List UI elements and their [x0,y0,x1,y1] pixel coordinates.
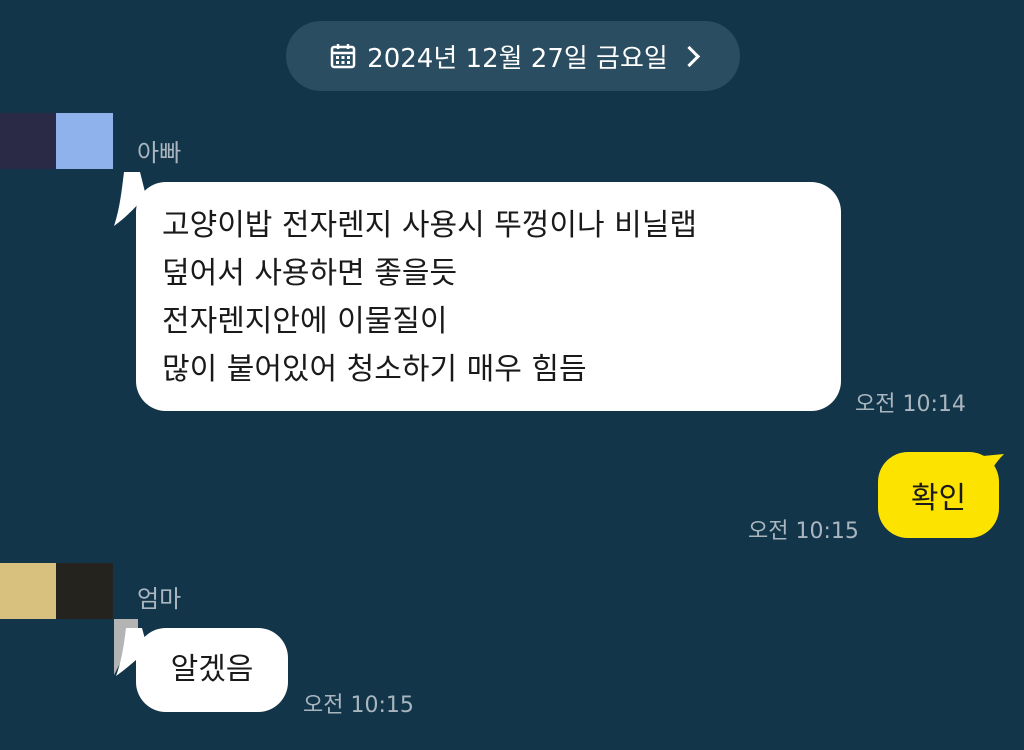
avatar[interactable] [0,563,113,619]
avatar[interactable] [0,113,113,169]
message-line: 많이 붙어있어 청소하기 매우 힘듬 [162,352,587,387]
calendar-icon [329,42,357,70]
chevron-right-icon [678,45,700,67]
date-label: 2024년 12월 27일 금요일 [367,43,668,74]
sender-name: 아빠 [137,139,182,167]
date-separator[interactable]: 2024년 12월 27일 금요일 [286,21,740,91]
my-message-bubble[interactable]: 확인 [878,452,999,538]
message-text: 알겠음 [170,652,254,687]
sender-name: 엄마 [137,585,182,613]
message-line: 전자렌지안에 이물질이 [162,304,448,339]
message-line: 덮어서 사용하면 좋을듯 [162,256,458,291]
message-text: 확인 [910,481,967,516]
message-bubble[interactable]: 고양이밥 전자렌지 사용시 뚜껑이나 비닐랩 덮어서 사용하면 좋을듯 전자렌지… [136,182,841,411]
message-time: 오전 10:14 [855,392,966,417]
message-bubble[interactable]: 알겠음 [136,628,288,712]
message-time: 오전 10:15 [303,693,414,718]
message-line: 고양이밥 전자렌지 사용시 뚜껑이나 비닐랩 [162,208,697,243]
message-time: 오전 10:15 [748,519,859,544]
